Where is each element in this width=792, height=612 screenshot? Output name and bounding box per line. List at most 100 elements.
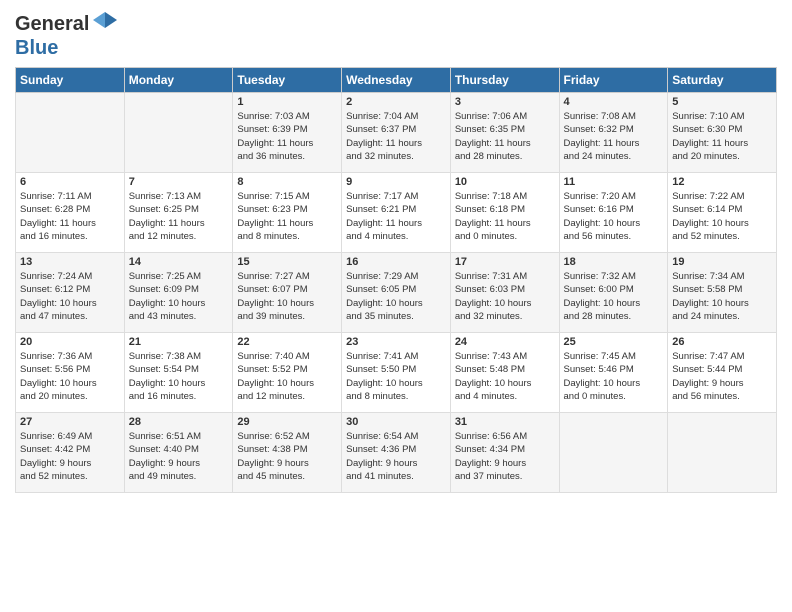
day-number: 30 — [346, 416, 446, 428]
day-number: 15 — [237, 256, 337, 268]
calendar-cell: 9 Sunrise: 7:17 AM Sunset: 6:21 PM Daylig… — [342, 173, 451, 253]
calendar-cell — [559, 413, 668, 493]
calendar-week-row: 13Sunrise: 7:24 AM Sunset: 6:12 PM Dayli… — [16, 253, 777, 333]
logo: General Blue — [15, 10, 119, 59]
day-info: Sunrise: 7:34 AM Sunset: 5:58 PM Dayligh… — [672, 270, 772, 323]
day-number: 21 — [129, 336, 229, 348]
page-container: General Blue SundayMondayTuesdayWednesda… — [0, 0, 792, 498]
calendar-cell: 26Sunrise: 7:47 AM Sunset: 5:44 PM Dayli… — [668, 333, 777, 413]
calendar-cell: 31 Sunrise: 6:56 AM Sunset: 4:34 PM Dayli… — [450, 413, 559, 493]
day-info: Sunrise: 6:51 AM Sunset: 4:40 PM Dayligh… — [129, 430, 229, 483]
calendar-cell: 20 Sunrise: 7:36 AM Sunset: 5:56 PM Dayli… — [16, 333, 125, 413]
day-info: Sunrise: 7:43 AM Sunset: 5:48 PM Dayligh… — [455, 350, 555, 403]
weekday-header: Sunday — [16, 68, 125, 93]
day-number: 2 — [346, 96, 446, 108]
calendar-cell: 6Sunrise: 7:11 AM Sunset: 6:28 PM Daylig… — [16, 173, 125, 253]
day-info: Sunrise: 7:20 AM Sunset: 6:16 PM Dayligh… — [564, 190, 664, 243]
day-number: 7 — [129, 176, 229, 188]
day-info: Sunrise: 7:38 AM Sunset: 5:54 PM Dayligh… — [129, 350, 229, 403]
day-number: 31 — [455, 416, 555, 428]
day-number: 28 — [129, 416, 229, 428]
day-number: 13 — [20, 256, 120, 268]
logo-general: General — [15, 13, 89, 35]
calendar-cell: 10Sunrise: 7:18 AM Sunset: 6:18 PM Dayli… — [450, 173, 559, 253]
logo-flag-icon — [91, 10, 119, 38]
day-info: Sunrise: 7:40 AM Sunset: 5:52 PM Dayligh… — [237, 350, 337, 403]
calendar-cell: 8Sunrise: 7:15 AM Sunset: 6:23 PM Daylig… — [233, 173, 342, 253]
day-number: 22 — [237, 336, 337, 348]
day-number: 1 — [237, 96, 337, 108]
calendar-cell: 14 Sunrise: 7:25 AM Sunset: 6:09 PM Dayli… — [124, 253, 233, 333]
day-number: 23 — [346, 336, 446, 348]
day-number: 20 — [20, 336, 120, 348]
day-number: 17 — [455, 256, 555, 268]
day-info: Sunrise: 6:49 AM Sunset: 4:42 PM Dayligh… — [20, 430, 120, 483]
calendar-cell: 11 Sunrise: 7:20 AM Sunset: 6:16 PM Dayli… — [559, 173, 668, 253]
weekday-header: Thursday — [450, 68, 559, 93]
calendar-cell: 5 Sunrise: 7:10 AM Sunset: 6:30 PM Daylig… — [668, 93, 777, 173]
calendar-cell: 23 Sunrise: 7:41 AM Sunset: 5:50 PM Dayli… — [342, 333, 451, 413]
calendar-cell: 13Sunrise: 7:24 AM Sunset: 6:12 PM Dayli… — [16, 253, 125, 333]
day-number: 24 — [455, 336, 555, 348]
day-number: 14 — [129, 256, 229, 268]
header: General Blue — [15, 10, 777, 59]
calendar-week-row: 6Sunrise: 7:11 AM Sunset: 6:28 PM Daylig… — [16, 173, 777, 253]
day-info: Sunrise: 7:31 AM Sunset: 6:03 PM Dayligh… — [455, 270, 555, 323]
day-number: 8 — [237, 176, 337, 188]
day-info: Sunrise: 7:06 AM Sunset: 6:35 PM Dayligh… — [455, 110, 555, 163]
day-number: 9 — [346, 176, 446, 188]
day-number: 11 — [564, 176, 664, 188]
day-info: Sunrise: 6:52 AM Sunset: 4:38 PM Dayligh… — [237, 430, 337, 483]
calendar-cell: 16Sunrise: 7:29 AM Sunset: 6:05 PM Dayli… — [342, 253, 451, 333]
weekday-header: Saturday — [668, 68, 777, 93]
weekday-header: Monday — [124, 68, 233, 93]
calendar-cell: 2 Sunrise: 7:04 AM Sunset: 6:37 PM Daylig… — [342, 93, 451, 173]
logo-blue: Blue — [15, 38, 119, 59]
day-info: Sunrise: 7:36 AM Sunset: 5:56 PM Dayligh… — [20, 350, 120, 403]
day-info: Sunrise: 7:32 AM Sunset: 6:00 PM Dayligh… — [564, 270, 664, 323]
day-info: Sunrise: 7:22 AM Sunset: 6:14 PM Dayligh… — [672, 190, 772, 243]
calendar-cell — [16, 93, 125, 173]
day-info: Sunrise: 7:11 AM Sunset: 6:28 PM Dayligh… — [20, 190, 120, 243]
day-number: 18 — [564, 256, 664, 268]
day-info: Sunrise: 7:18 AM Sunset: 6:18 PM Dayligh… — [455, 190, 555, 243]
day-number: 29 — [237, 416, 337, 428]
calendar-cell: 27 Sunrise: 6:49 AM Sunset: 4:42 PM Dayli… — [16, 413, 125, 493]
day-number: 25 — [564, 336, 664, 348]
day-number: 19 — [672, 256, 772, 268]
weekday-header: Wednesday — [342, 68, 451, 93]
calendar-cell: 19 Sunrise: 7:34 AM Sunset: 5:58 PM Dayli… — [668, 253, 777, 333]
calendar-cell: 25Sunrise: 7:45 AM Sunset: 5:46 PM Dayli… — [559, 333, 668, 413]
calendar-week-row: 1Sunrise: 7:03 AM Sunset: 6:39 PM Daylig… — [16, 93, 777, 173]
day-info: Sunrise: 7:41 AM Sunset: 5:50 PM Dayligh… — [346, 350, 446, 403]
day-number: 12 — [672, 176, 772, 188]
calendar-cell: 15 Sunrise: 7:27 AM Sunset: 6:07 PM Dayli… — [233, 253, 342, 333]
calendar-cell: 24 Sunrise: 7:43 AM Sunset: 5:48 PM Dayli… — [450, 333, 559, 413]
day-info: Sunrise: 7:47 AM Sunset: 5:44 PM Dayligh… — [672, 350, 772, 403]
day-info: Sunrise: 6:54 AM Sunset: 4:36 PM Dayligh… — [346, 430, 446, 483]
calendar-week-row: 20 Sunrise: 7:36 AM Sunset: 5:56 PM Dayli… — [16, 333, 777, 413]
day-info: Sunrise: 6:56 AM Sunset: 4:34 PM Dayligh… — [455, 430, 555, 483]
day-info: Sunrise: 7:17 AM Sunset: 6:21 PM Dayligh… — [346, 190, 446, 243]
calendar-cell: 28 Sunrise: 6:51 AM Sunset: 4:40 PM Dayli… — [124, 413, 233, 493]
calendar-cell: 29 Sunrise: 6:52 AM Sunset: 4:38 PM Dayli… — [233, 413, 342, 493]
day-number: 27 — [20, 416, 120, 428]
weekday-header: Tuesday — [233, 68, 342, 93]
calendar-cell: 17 Sunrise: 7:31 AM Sunset: 6:03 PM Dayli… — [450, 253, 559, 333]
day-info: Sunrise: 7:08 AM Sunset: 6:32 PM Dayligh… — [564, 110, 664, 163]
day-number: 5 — [672, 96, 772, 108]
day-number: 4 — [564, 96, 664, 108]
day-number: 16 — [346, 256, 446, 268]
weekday-header: Friday — [559, 68, 668, 93]
calendar-cell: 18 Sunrise: 7:32 AM Sunset: 6:00 PM Dayli… — [559, 253, 668, 333]
calendar-cell: 4 Sunrise: 7:08 AM Sunset: 6:32 PM Daylig… — [559, 93, 668, 173]
calendar-cell: 30 Sunrise: 6:54 AM Sunset: 4:36 PM Dayli… — [342, 413, 451, 493]
day-info: Sunrise: 7:27 AM Sunset: 6:07 PM Dayligh… — [237, 270, 337, 323]
day-info: Sunrise: 7:04 AM Sunset: 6:37 PM Dayligh… — [346, 110, 446, 163]
day-info: Sunrise: 7:25 AM Sunset: 6:09 PM Dayligh… — [129, 270, 229, 323]
calendar-header: SundayMondayTuesdayWednesdayThursdayFrid… — [16, 68, 777, 93]
calendar-cell: 22 Sunrise: 7:40 AM Sunset: 5:52 PM Dayli… — [233, 333, 342, 413]
calendar-body: 1Sunrise: 7:03 AM Sunset: 6:39 PM Daylig… — [16, 93, 777, 493]
day-info: Sunrise: 7:10 AM Sunset: 6:30 PM Dayligh… — [672, 110, 772, 163]
calendar-cell: 21 Sunrise: 7:38 AM Sunset: 5:54 PM Dayli… — [124, 333, 233, 413]
